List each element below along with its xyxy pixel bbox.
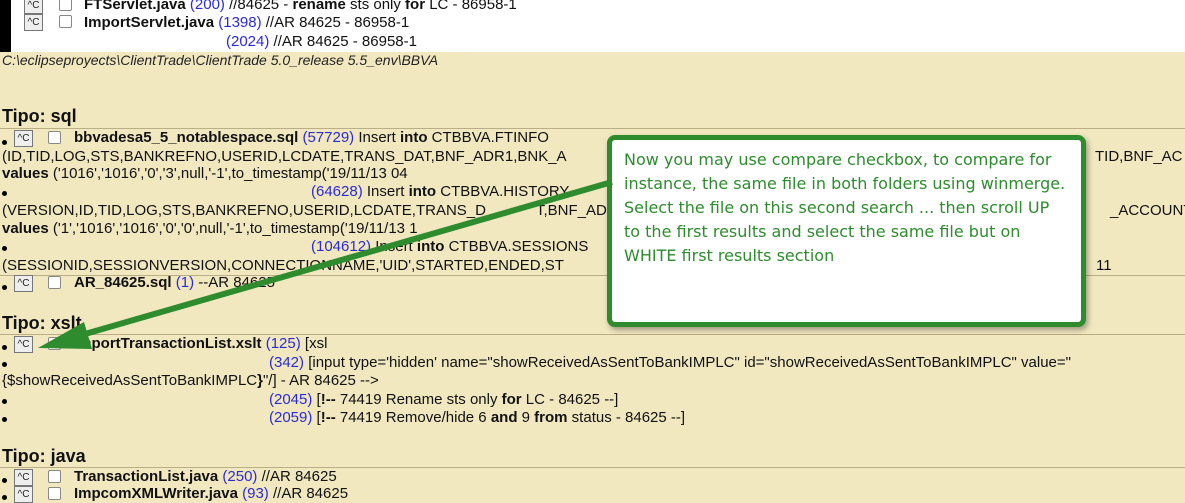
bullet: [2, 495, 7, 500]
annotation-arrow: [38, 179, 613, 349]
arrow-head: [38, 322, 92, 349]
arrow-shaft: [77, 179, 613, 339]
